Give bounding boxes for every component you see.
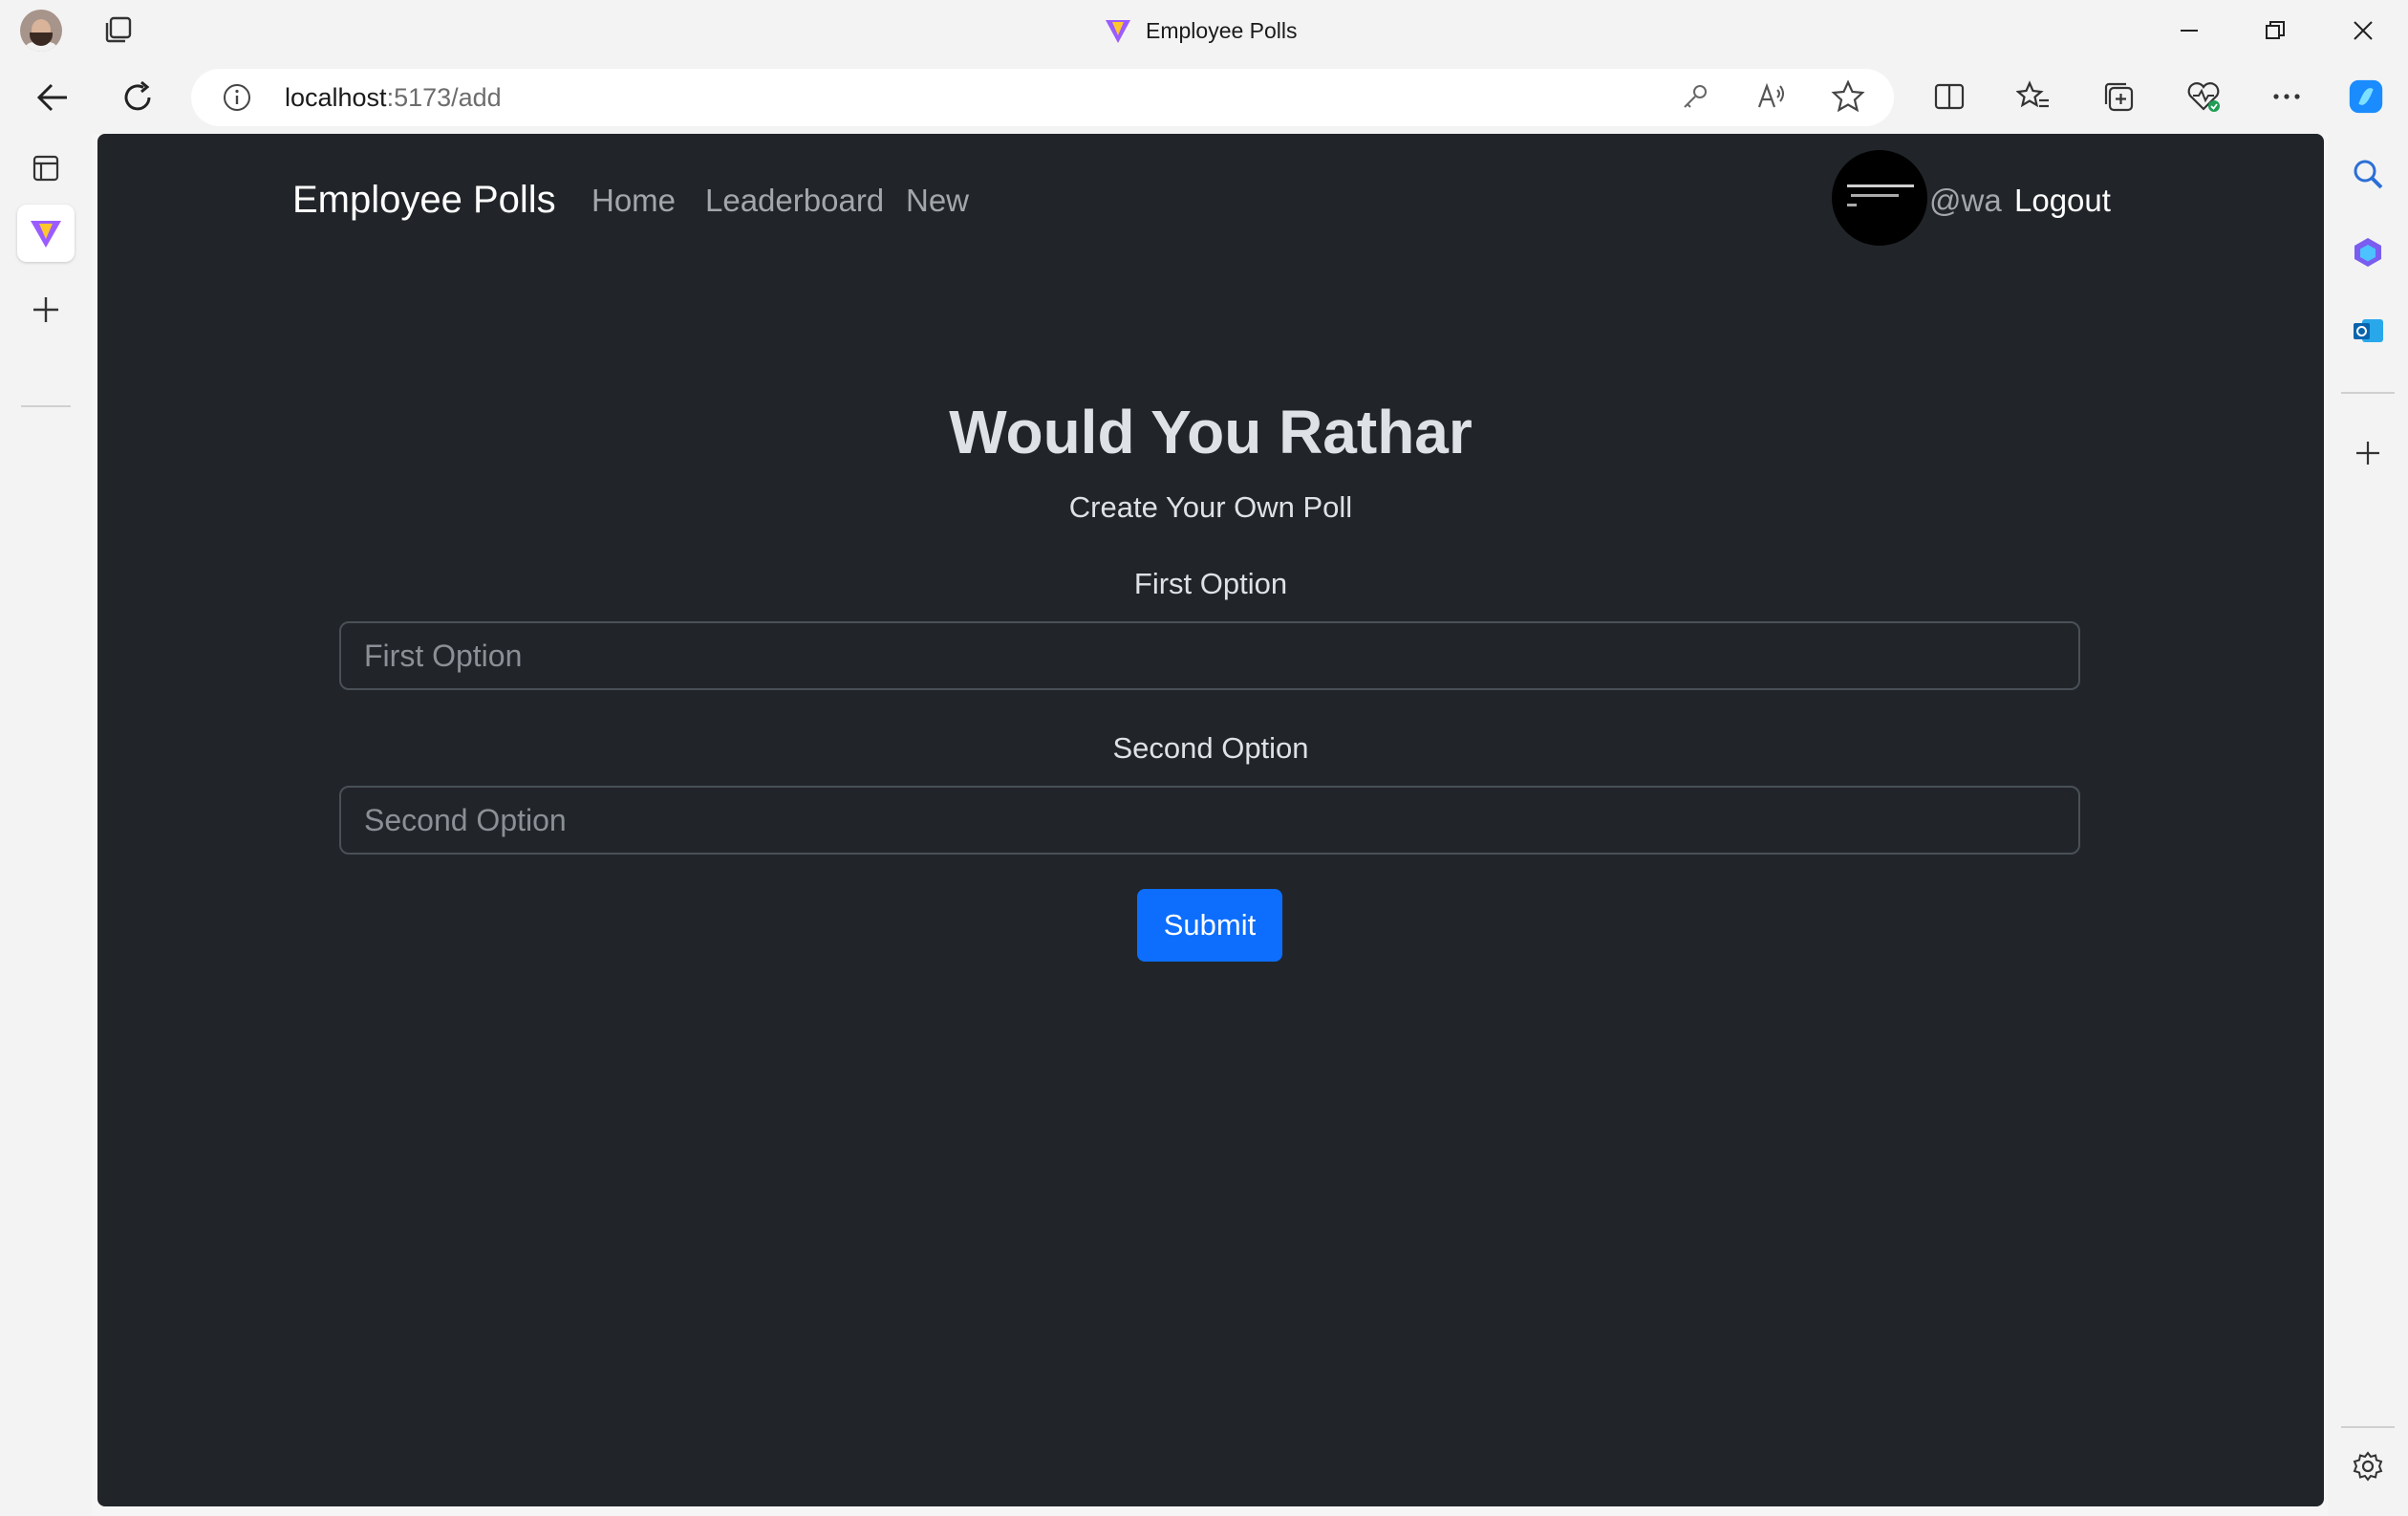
close-icon (2354, 21, 2373, 40)
user-avatar (1832, 150, 1927, 246)
plus-icon (2356, 442, 2379, 465)
read-aloud-button[interactable] (1752, 76, 1792, 117)
second-option-label: Second Option (1112, 731, 1309, 765)
tab-employee-polls[interactable] (17, 205, 75, 262)
profile-avatar[interactable] (20, 10, 62, 52)
more-options-button[interactable] (2267, 76, 2307, 117)
username: @wa (1929, 183, 2002, 218)
refresh-icon (124, 80, 151, 111)
heart-pulse-icon (2187, 82, 2220, 112)
nav-link-leaderboard[interactable]: Leaderboard (705, 180, 884, 222)
sidebar-copilot-button[interactable] (2347, 231, 2389, 273)
browser-essentials-button[interactable] (2183, 76, 2224, 117)
workspaces-icon[interactable] (102, 13, 135, 46)
vite-favicon-icon (1106, 20, 1130, 43)
collections-icon (2104, 82, 2134, 112)
page-title: Would You Rathar (949, 398, 1473, 466)
sidebar-outlook-button[interactable] (2347, 310, 2389, 352)
sidebar-divider (2341, 392, 2395, 394)
vite-tab-icon (31, 221, 61, 248)
copilot-icon (2349, 79, 2383, 114)
copilot-button[interactable] (2346, 76, 2386, 117)
m365-icon (2354, 238, 2381, 267)
second-option-input[interactable] (339, 786, 2080, 855)
page-subtitle: Create Your Own Poll (1068, 490, 1353, 524)
sidebar-settings-button[interactable] (2347, 1445, 2389, 1487)
nav-link-new[interactable]: New (906, 180, 969, 222)
back-button[interactable] (31, 75, 76, 120)
sidebar-divider (21, 405, 71, 407)
new-tab-button[interactable] (17, 281, 75, 338)
favorite-star-button[interactable] (1828, 76, 1868, 117)
split-screen-icon (1934, 83, 1965, 110)
first-option-input[interactable] (339, 621, 2080, 690)
gear-icon (2353, 1451, 2383, 1482)
collections-button[interactable] (2098, 76, 2139, 117)
plus-icon (33, 297, 58, 322)
sidebar-search-button[interactable] (2347, 153, 2389, 195)
close-window-button[interactable] (2344, 11, 2382, 50)
nav-link-home[interactable]: Home (591, 180, 676, 222)
read-aloud-icon (1757, 82, 1784, 108)
back-arrow-icon (36, 83, 67, 112)
submit-button[interactable]: Submit (1137, 889, 1282, 962)
star-icon (1831, 79, 1865, 113)
minimize-icon (2181, 30, 2198, 32)
vertical-tabs-sidebar (0, 134, 92, 1516)
more-dots-icon (2273, 94, 2300, 99)
password-key-button[interactable] (1675, 76, 1715, 117)
edge-sidebar (2328, 134, 2408, 1516)
restore-icon (2266, 21, 2285, 39)
split-screen-button[interactable] (1929, 76, 1969, 117)
url-path: :5173/add (386, 83, 502, 112)
url-host: localhost (285, 83, 387, 112)
outlook-icon (2354, 319, 2383, 342)
logout-link[interactable]: Logout (2014, 180, 2111, 222)
window-title: Employee Polls (1104, 13, 1298, 48)
browser-title-bar: Employee Polls (0, 0, 2408, 61)
tab-actions-icon (32, 155, 59, 182)
search-icon (2354, 160, 2383, 189)
tab-actions-button[interactable] (17, 140, 75, 197)
minimize-button[interactable] (2170, 11, 2208, 50)
sidebar-add-button[interactable] (2347, 432, 2389, 474)
sidebar-divider-bottom (2341, 1426, 2395, 1428)
favorites-button[interactable] (2013, 76, 2053, 117)
navbar-brand[interactable]: Employee Polls (292, 176, 556, 224)
site-info-icon[interactable] (222, 82, 252, 113)
key-icon (1684, 85, 1707, 108)
page-viewport: Employee Polls Home Leaderboard New @wa … (97, 134, 2324, 1506)
restore-button[interactable] (2256, 11, 2294, 50)
first-option-label: First Option (1133, 567, 1288, 600)
refresh-button[interactable] (115, 75, 161, 120)
favorites-list-icon (2016, 80, 2049, 108)
window-title-text: Employee Polls (1146, 17, 1298, 43)
url-text[interactable]: localhost:5173/add (285, 80, 502, 115)
